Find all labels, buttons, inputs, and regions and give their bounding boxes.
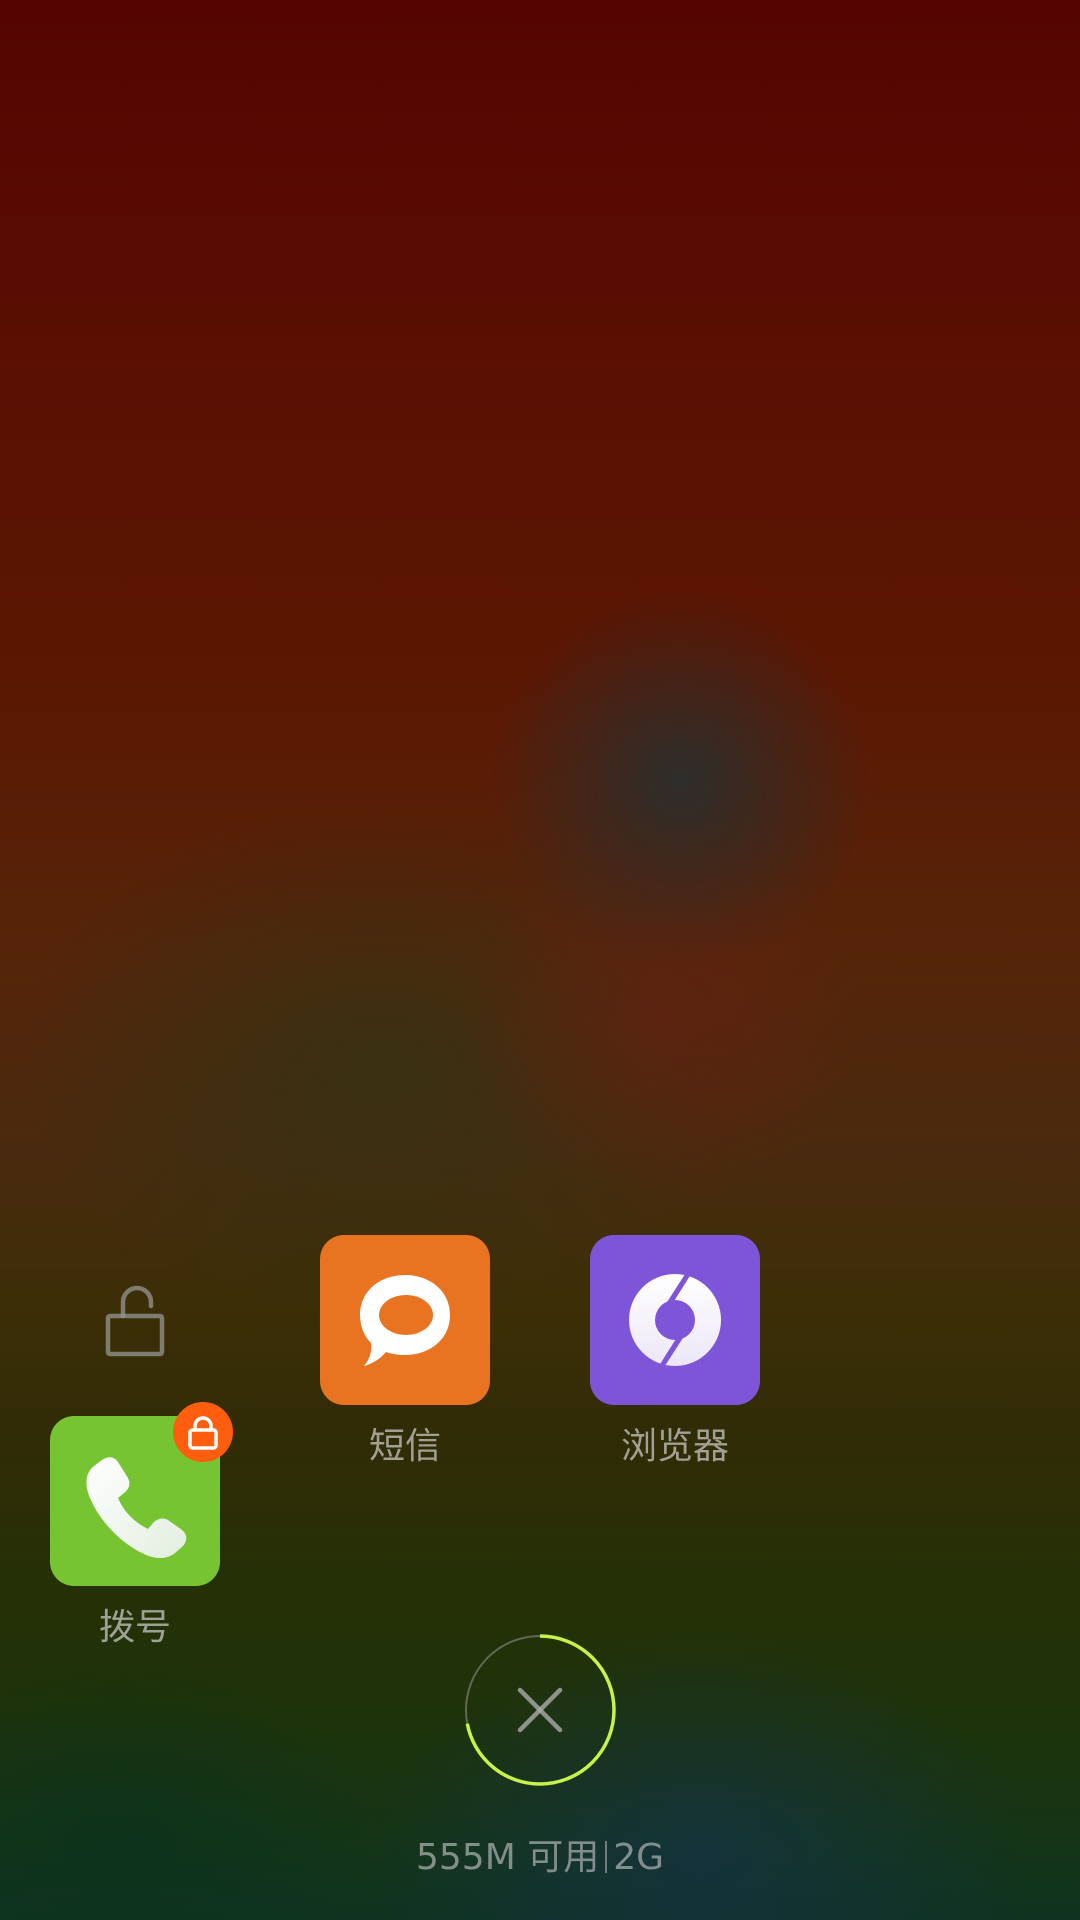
app-label-dialer: 拨号 (98, 1607, 171, 1648)
memory-status: 555M 可用 2G (0, 1836, 1080, 1880)
lock-badge[interactable] (173, 1402, 233, 1462)
clear-all-button[interactable] (462, 1632, 618, 1788)
memory-divider (605, 1841, 608, 1873)
app-card-sms[interactable]: 短信 (319, 1235, 491, 1469)
lock-icon (188, 1416, 218, 1450)
message-bubble-icon (360, 1275, 450, 1366)
app-label-sms: 短信 (368, 1426, 441, 1467)
sms-app-icon[interactable] (320, 1235, 490, 1405)
app-card-browser[interactable]: 浏览器 (589, 1235, 761, 1469)
app-label-browser: 浏览器 (620, 1426, 729, 1467)
unlock-icon[interactable] (103, 1280, 167, 1360)
dialer-app-icon[interactable] (50, 1402, 233, 1586)
memory-available: 555M 可用 (415, 1837, 600, 1878)
memory-total: 2G (613, 1837, 665, 1878)
app-card-dialer[interactable]: 拨号 (49, 1402, 233, 1650)
browser-app-icon[interactable] (590, 1235, 760, 1405)
close-icon (517, 1687, 563, 1733)
recent-apps-screen: 拨号 短信 浏览器 555M 可用 2G (0, 0, 1080, 1920)
browser-icon (629, 1268, 721, 1372)
